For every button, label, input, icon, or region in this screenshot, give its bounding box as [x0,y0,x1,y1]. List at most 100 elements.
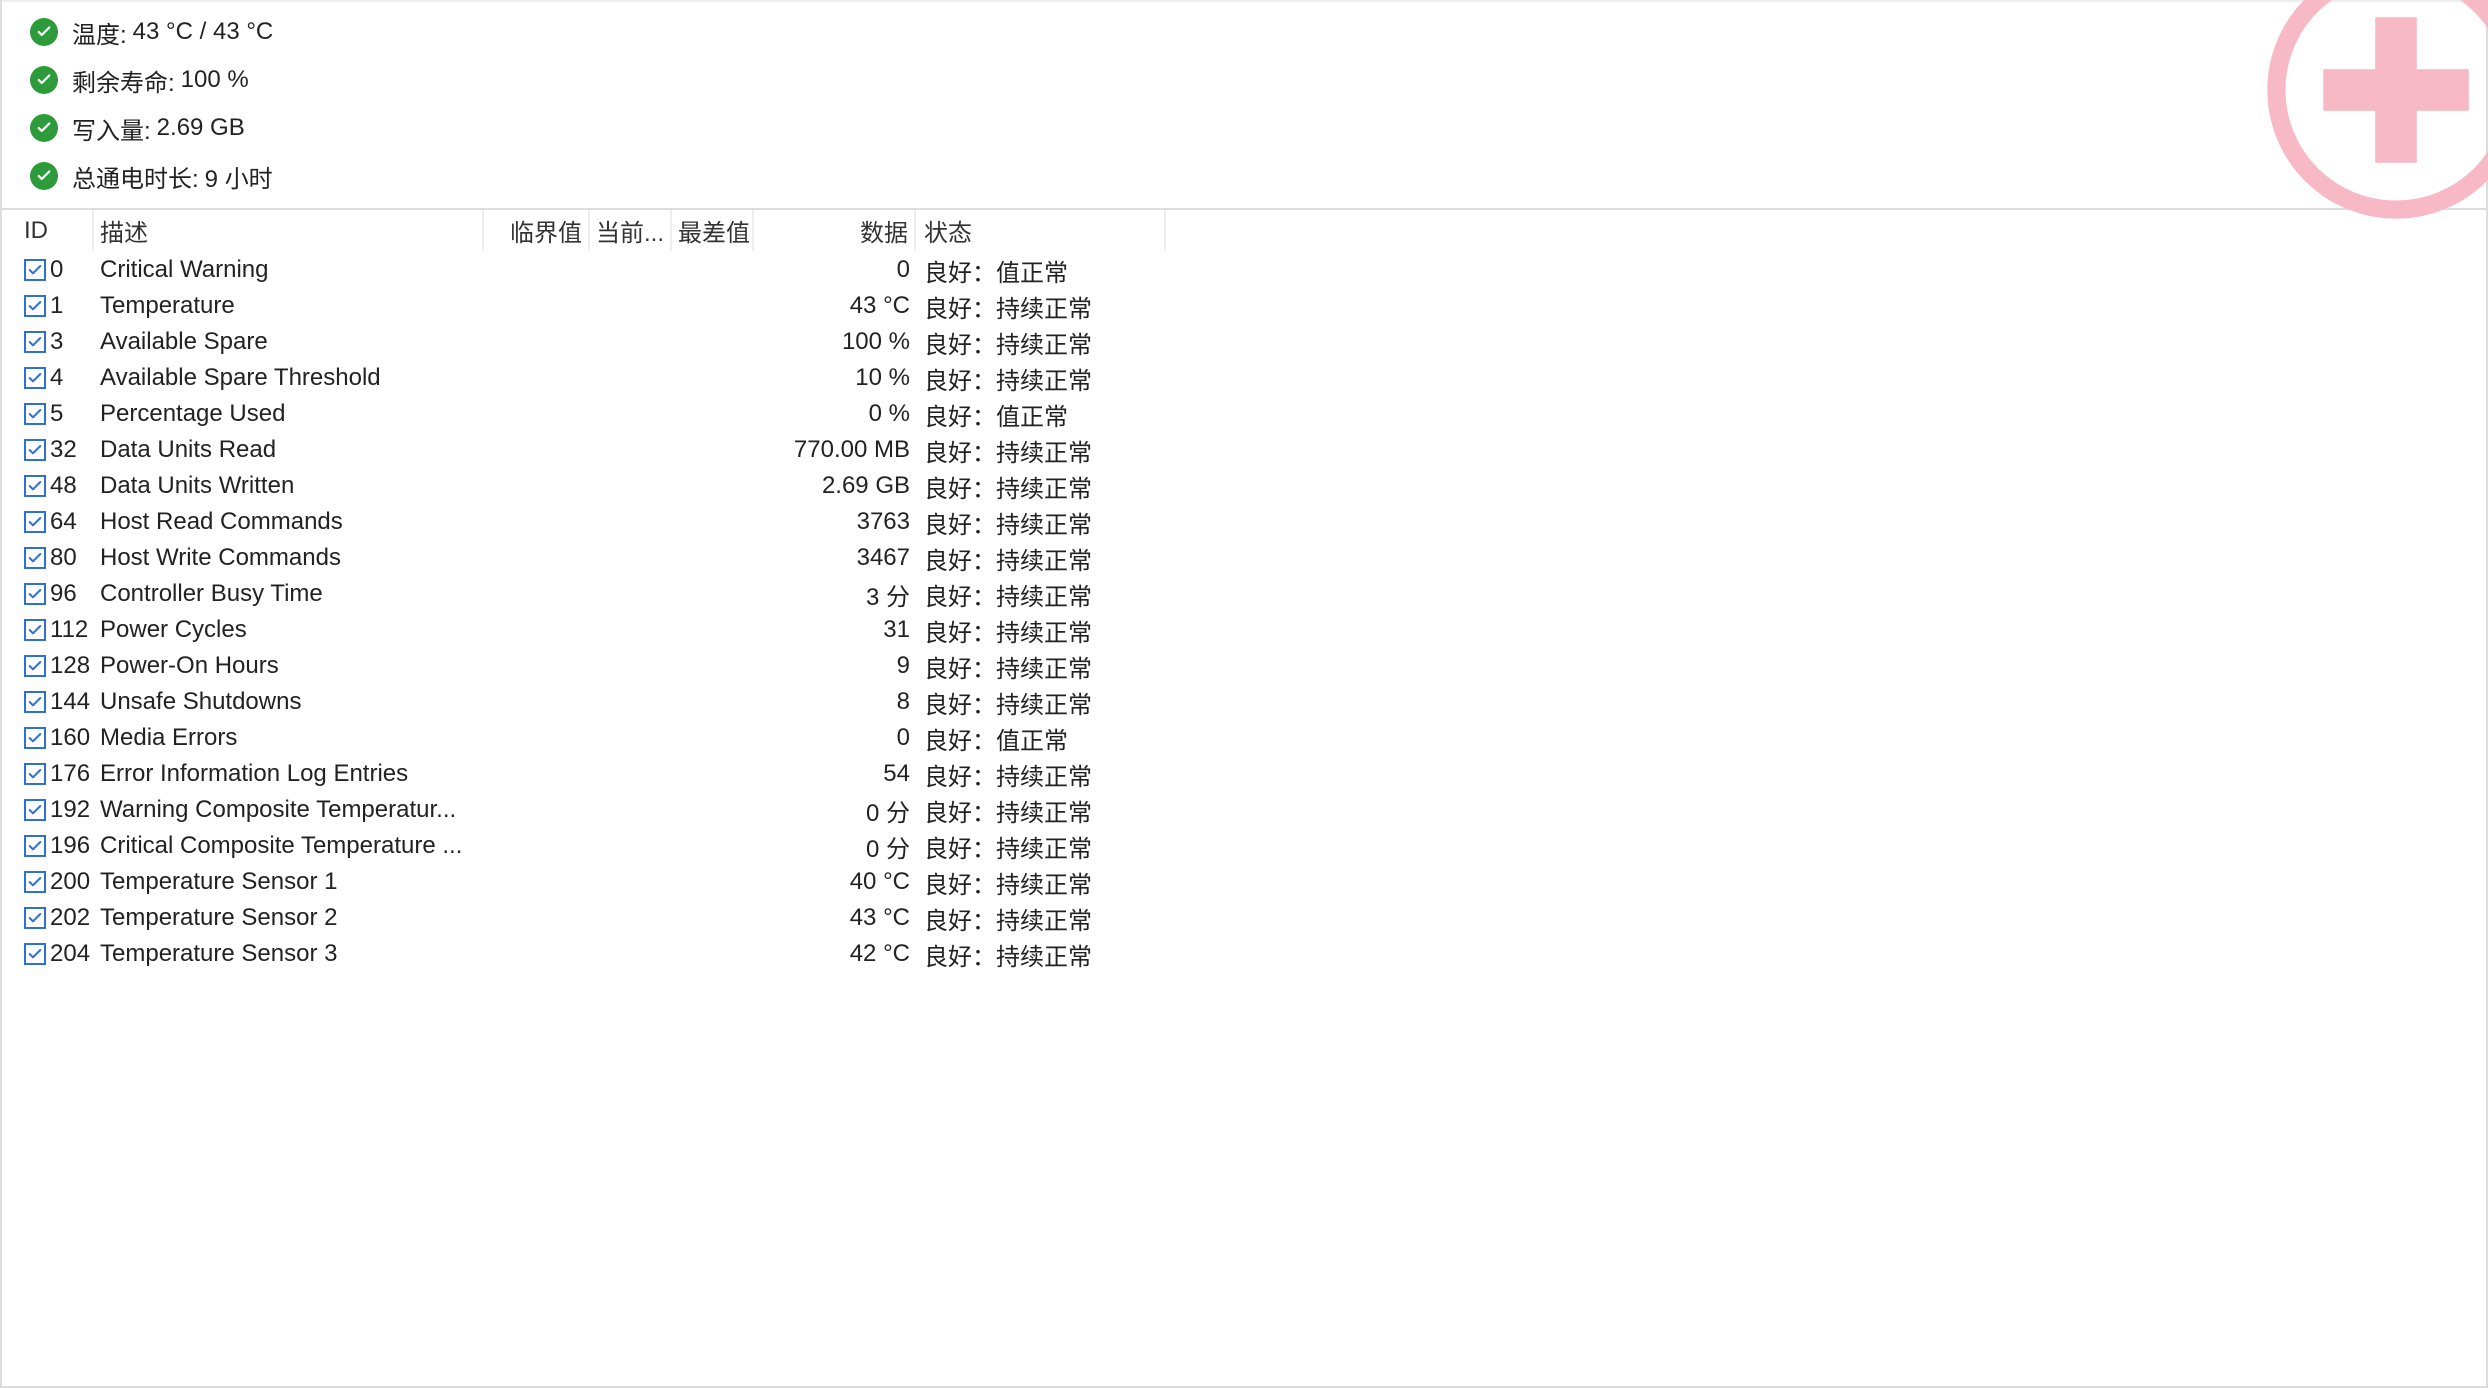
table-row[interactable]: 1Temperature43 °C良好：持续正常 [2,288,2486,324]
col-header-thr[interactable]: 临界值 [484,210,590,251]
table-row[interactable]: 32Data Units Read770.00 MB良好：持续正常 [2,432,2486,468]
cell-id-text: 3 [50,328,63,356]
col-header-status[interactable]: 状态 [916,210,1166,251]
summary-row-writes: 写入量: 2.69 GB [30,104,2458,152]
cell-current [590,576,672,612]
cell-worst [672,936,754,972]
summary-label: 温度: [72,15,127,50]
row-check-icon[interactable] [24,835,46,857]
row-check-icon[interactable] [24,331,46,353]
summary-panel: 温度: 43 °C / 43 °C 剩余寿命: 100 % 写入量: 2.69 … [2,0,2486,208]
table-row[interactable]: 202Temperature Sensor 243 °C良好：持续正常 [2,900,2486,936]
row-check-icon[interactable] [24,655,46,677]
row-check-icon[interactable] [24,619,46,641]
table-row[interactable]: 64Host Read Commands3763良好：持续正常 [2,504,2486,540]
row-check-icon[interactable] [24,871,46,893]
summary-label: 写入量: [72,111,151,146]
cell-desc: Critical Composite Temperature ... [94,828,484,864]
row-check-icon[interactable] [24,475,46,497]
ok-check-icon [30,162,58,190]
table-row[interactable]: 176Error Information Log Entries54良好：持续正… [2,756,2486,792]
row-check-icon[interactable] [24,943,46,965]
col-header-desc[interactable]: 描述 [94,210,484,251]
table-row[interactable]: 80Host Write Commands3467良好：持续正常 [2,540,2486,576]
table-row[interactable]: 144Unsafe Shutdowns8良好：持续正常 [2,684,2486,720]
cell-id-text: 144 [50,688,90,716]
table-row[interactable]: 204Temperature Sensor 342 °C良好：持续正常 [2,936,2486,972]
row-check-icon[interactable] [24,799,46,821]
cell-status: 良好：持续正常 [916,792,1166,828]
cell-id: 192 [2,792,94,828]
cell-status: 良好：持续正常 [916,576,1166,612]
cell-id-text: 202 [50,904,90,932]
summary-value: 2.69 GB [157,114,245,142]
cell-id-text: 1 [50,292,63,320]
cell-id-text: 80 [50,544,77,572]
cell-worst [672,252,754,288]
cell-id-text: 64 [50,508,77,536]
table-row[interactable]: 5Percentage Used0 %良好：值正常 [2,396,2486,432]
cell-current [590,468,672,504]
cell-id: 48 [2,468,94,504]
row-check-icon[interactable] [24,907,46,929]
summary-label: 剩余寿命: [72,63,175,98]
table-row[interactable]: 3Available Spare100 %良好：持续正常 [2,324,2486,360]
table-row[interactable]: 160Media Errors0良好：值正常 [2,720,2486,756]
cell-id-text: 48 [50,472,77,500]
row-check-icon[interactable] [24,547,46,569]
cell-worst [672,648,754,684]
table-row[interactable]: 96Controller Busy Time3 分良好：持续正常 [2,576,2486,612]
cell-threshold [484,468,590,504]
table-row[interactable]: 200Temperature Sensor 140 °C良好：持续正常 [2,864,2486,900]
table-row[interactable]: 48Data Units Written2.69 GB良好：持续正常 [2,468,2486,504]
row-check-icon[interactable] [24,763,46,785]
col-header-id[interactable]: ID [2,210,94,251]
row-check-icon[interactable] [24,727,46,749]
cell-id: 112 [2,612,94,648]
cell-data: 8 [754,684,916,720]
cell-id-text: 204 [50,940,90,968]
table-row[interactable]: 0Critical Warning0良好：值正常 [2,252,2486,288]
row-check-icon[interactable] [24,403,46,425]
cell-threshold [484,324,590,360]
cell-status: 良好：值正常 [916,720,1166,756]
summary-label: 总通电时长: [72,159,199,194]
table-row[interactable]: 128Power-On Hours9良好：持续正常 [2,648,2486,684]
cell-id-text: 196 [50,832,90,860]
cell-worst [672,396,754,432]
row-check-icon[interactable] [24,259,46,281]
cell-desc: Temperature Sensor 2 [94,900,484,936]
row-check-icon[interactable] [24,691,46,713]
cell-id: 96 [2,576,94,612]
cell-data: 3467 [754,540,916,576]
table-row[interactable]: 4Available Spare Threshold10 %良好：持续正常 [2,360,2486,396]
cell-threshold [484,864,590,900]
cell-status: 良好：持续正常 [916,432,1166,468]
row-check-icon[interactable] [24,367,46,389]
cell-id: 176 [2,756,94,792]
table-row[interactable]: 196Critical Composite Temperature ...0 分… [2,828,2486,864]
smart-table: ID 描述 临界值 当前... 最差值 数据 状态 0Critical Warn… [2,210,2486,972]
col-header-worst[interactable]: 最差值 [672,210,754,251]
table-body: 0Critical Warning0良好：值正常1Temperature43 °… [2,252,2486,972]
table-row[interactable]: 192Warning Composite Temperatur... 0 分良好：… [2,792,2486,828]
row-check-icon[interactable] [24,439,46,461]
cell-data: 0 分 [754,792,916,828]
cell-desc: Warning Composite Temperatur... [94,792,484,828]
col-header-cur[interactable]: 当前... [590,210,672,251]
cell-id: 160 [2,720,94,756]
cell-threshold [484,432,590,468]
cell-worst [672,360,754,396]
cell-current [590,252,672,288]
row-check-icon[interactable] [24,583,46,605]
cell-current [590,324,672,360]
row-check-icon[interactable] [24,511,46,533]
cell-desc: Temperature Sensor 3 [94,936,484,972]
cell-desc: Percentage Used [94,396,484,432]
table-row[interactable]: 112Power Cycles31良好：持续正常 [2,612,2486,648]
cell-worst [672,576,754,612]
cell-threshold [484,648,590,684]
row-check-icon[interactable] [24,295,46,317]
cell-worst [672,864,754,900]
col-header-data[interactable]: 数据 [754,210,916,251]
